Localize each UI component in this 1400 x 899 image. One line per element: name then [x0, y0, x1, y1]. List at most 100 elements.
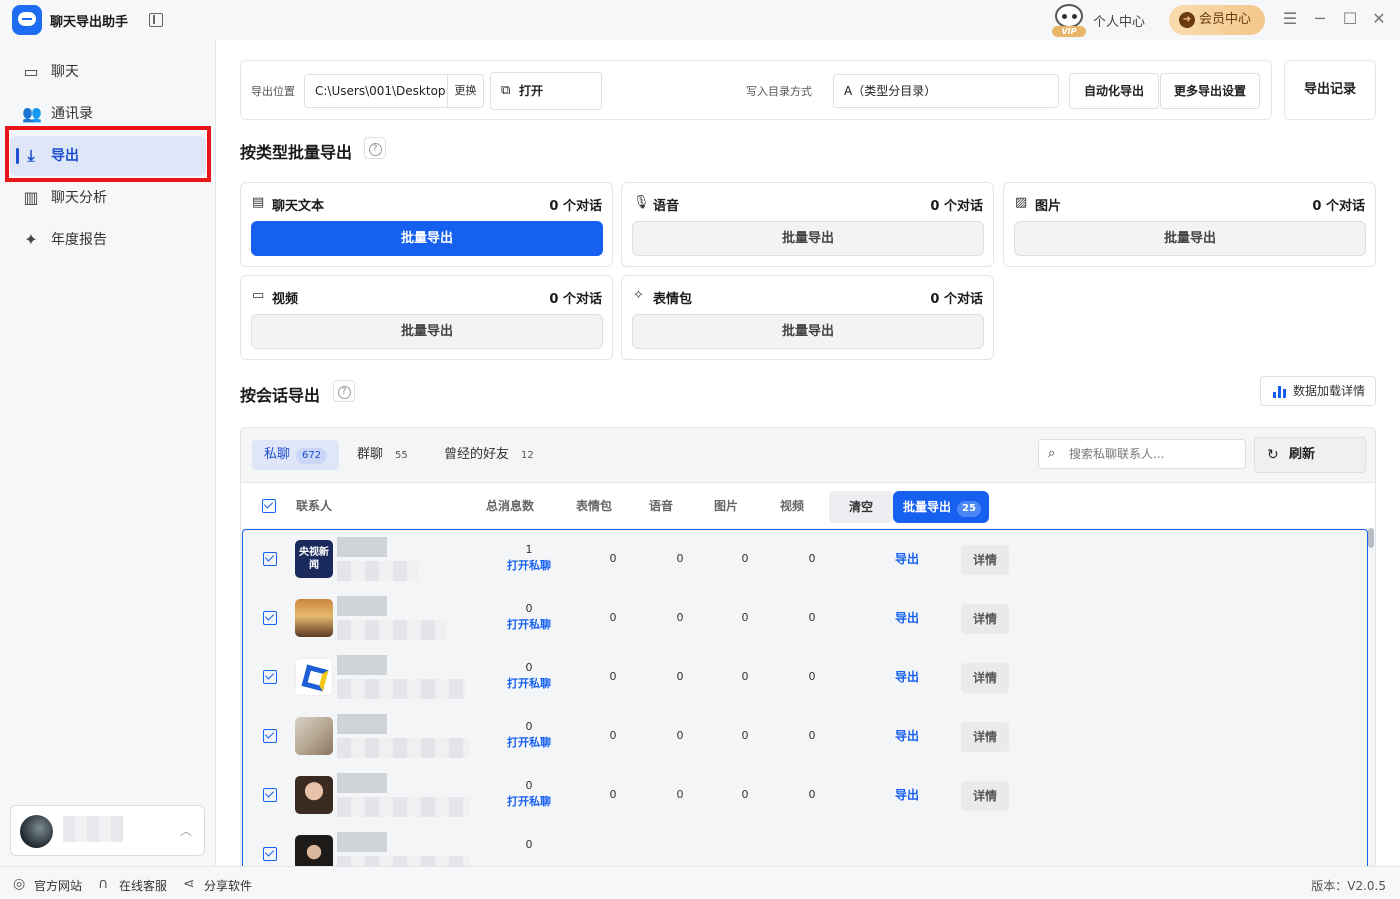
sidebar-item-chat[interactable]: ▭ 聊天 — [10, 52, 206, 92]
batch-export-button[interactable]: 批量导出 — [251, 314, 603, 349]
table-row[interactable]: 0 打开私聊 0 0 0 0 导出 详情 — [243, 589, 1367, 648]
total-value: 0 — [525, 661, 533, 674]
help-icon[interactable]: ? — [364, 137, 386, 159]
export-link[interactable]: 导出 — [895, 786, 919, 803]
more-export-settings-button[interactable]: 更多导出设置 — [1160, 73, 1260, 109]
user-card[interactable]: ︿ — [10, 805, 205, 856]
maximize-icon[interactable]: ☐ — [1341, 10, 1359, 28]
sidebar-item-chat-analysis[interactable]: ▥ 聊天分析 — [10, 178, 206, 218]
auto-export-button[interactable]: 自动化导出 — [1069, 73, 1159, 109]
row-checkbox[interactable] — [263, 670, 277, 684]
row-checkbox[interactable] — [263, 729, 277, 743]
user-name-blurred — [63, 816, 123, 842]
tab-group-chat[interactable]: 群聊 55 — [345, 440, 426, 470]
image-icon: ▨ — [1015, 195, 1028, 210]
detail-button[interactable]: 详情 — [961, 545, 1009, 575]
detail-button[interactable]: 详情 — [961, 663, 1009, 693]
sidebar-item-label: 聊天 — [51, 64, 79, 80]
open-chat-link[interactable]: 打开私聊 — [493, 617, 565, 633]
tab-private-chat[interactable]: 私聊 672 — [252, 440, 340, 470]
cell-images: 0 — [741, 552, 749, 565]
batch-export-button[interactable]: 批量导出 — [1014, 221, 1366, 256]
row-checkbox[interactable] — [263, 552, 277, 566]
row-checkbox[interactable] — [263, 788, 277, 802]
open-chat-link[interactable]: 打开私聊 — [493, 735, 565, 751]
vip-avatar[interactable]: VIP — [1052, 4, 1086, 37]
search-input[interactable]: ⌕ 搜索私聊联系人... — [1038, 439, 1246, 469]
share-software-label: 分享软件 — [204, 879, 253, 893]
table-row[interactable]: 央视新闻 1 打开私聊 0 0 0 0 导出 详情 — [243, 530, 1367, 589]
app-title: 聊天导出助手 — [50, 15, 129, 30]
table-row[interactable]: 0 — [243, 825, 1367, 866]
sidebar-item-annual-report[interactable]: ✦ 年度报告 — [10, 220, 206, 260]
detail-button[interactable]: 详情 — [961, 604, 1009, 634]
column-stickers[interactable]: 表情包 — [576, 483, 612, 529]
column-images[interactable]: 图片 — [714, 483, 738, 529]
help-icon[interactable]: ? — [333, 380, 355, 402]
batch-export-button[interactable]: 批量导出 — [632, 221, 984, 256]
cell-stickers: 0 — [609, 552, 617, 565]
batch-export-selected-button[interactable]: 批量导出 25 — [893, 491, 989, 523]
personal-center-link[interactable]: 个人中心 — [1093, 11, 1145, 30]
avatar — [295, 776, 333, 814]
menu-icon[interactable]: ☰ — [1281, 10, 1299, 28]
list-scrollbar[interactable] — [1368, 528, 1374, 548]
online-support-link[interactable]: ∩ 在线客服 — [98, 876, 167, 894]
change-path-button[interactable]: 更换 — [447, 75, 483, 107]
total-value: 1 — [525, 543, 533, 556]
export-record-button[interactable]: 导出记录 — [1284, 60, 1376, 120]
open-chat-link[interactable]: 打开私聊 — [493, 676, 565, 692]
avatar — [20, 815, 53, 848]
by-conversation-title: 按会话导出 — [240, 386, 321, 405]
export-link[interactable]: 导出 — [895, 668, 919, 685]
refresh-button[interactable]: ↻ 刷新 — [1254, 437, 1366, 473]
cell-voice: 0 — [676, 670, 684, 683]
column-videos[interactable]: 视频 — [780, 483, 804, 529]
sidebar-collapse-icon[interactable] — [149, 13, 163, 27]
export-link[interactable]: 导出 — [895, 609, 919, 626]
export-link[interactable]: 导出 — [895, 727, 919, 744]
share-software-link[interactable]: ⋖ 分享软件 — [183, 876, 253, 894]
contact-name-blurred — [337, 596, 447, 640]
batch-export-button[interactable]: 批量导出 — [251, 221, 603, 256]
dir-mode-select[interactable]: A（类型分目录） — [833, 74, 1059, 108]
type-card-image: ▨ 图片 0 个对话 批量导出 — [1003, 182, 1376, 267]
video-icon: ▭ — [252, 288, 265, 303]
cell-voice: 0 — [676, 611, 684, 624]
dir-mode-label: 写入目录方式 — [746, 85, 812, 98]
select-all-checkbox[interactable] — [262, 499, 276, 513]
table-row[interactable]: 0 打开私聊 0 0 0 0 导出 详情 — [243, 648, 1367, 707]
minimize-icon[interactable]: ─ — [1311, 10, 1329, 28]
column-voice[interactable]: 语音 — [649, 483, 673, 529]
row-checkbox[interactable] — [263, 847, 277, 861]
type-card-name: 聊天文本 — [272, 199, 325, 214]
data-load-detail-button[interactable]: 数据加载详情 — [1260, 376, 1376, 406]
batch-export-button[interactable]: 批量导出 — [632, 314, 984, 349]
table-row[interactable]: 0 打开私聊 0 0 0 0 导出 详情 — [243, 707, 1367, 766]
open-chat-link[interactable]: 打开私聊 — [493, 558, 565, 574]
cell-images: 0 — [741, 729, 749, 742]
column-total-messages[interactable]: 总消息数 — [486, 483, 534, 529]
official-website-link[interactable]: ◎ 官方网站 — [13, 876, 82, 894]
sparkle-icon: ✦ — [24, 230, 38, 249]
table-row[interactable]: 0 打开私聊 0 0 0 0 导出 详情 — [243, 766, 1367, 825]
type-card-voice: 🎙 语音 0 个对话 批量导出 — [621, 182, 994, 267]
clear-selection-button[interactable]: 清空 — [829, 491, 893, 523]
export-link[interactable]: 导出 — [895, 550, 919, 567]
avatar-text: 央视新闻 — [299, 547, 329, 571]
member-center-button[interactable]: ➜ 会员中心 — [1169, 5, 1265, 35]
detail-button[interactable]: 详情 — [961, 781, 1009, 811]
tab-former-friends[interactable]: 曾经的好友 12 — [432, 440, 552, 470]
vip-badge: VIP — [1052, 26, 1086, 37]
export-path-field[interactable]: C:\Users\001\Desktop 更换 — [304, 74, 484, 108]
close-icon[interactable]: ✕ — [1370, 10, 1388, 28]
share-icon: ⋖ — [183, 876, 195, 892]
export-toolbar: 导出位置 C:\Users\001\Desktop 更换 ⧉ 打开 写入目录方式… — [240, 60, 1272, 120]
microphone-icon: 🎙 — [633, 195, 650, 210]
highlight-annotation — [5, 126, 211, 182]
detail-button[interactable]: 详情 — [961, 722, 1009, 752]
avatar — [295, 658, 333, 696]
open-chat-link[interactable]: 打开私聊 — [493, 794, 565, 810]
open-folder-button[interactable]: ⧉ 打开 — [490, 72, 602, 110]
row-checkbox[interactable] — [263, 611, 277, 625]
